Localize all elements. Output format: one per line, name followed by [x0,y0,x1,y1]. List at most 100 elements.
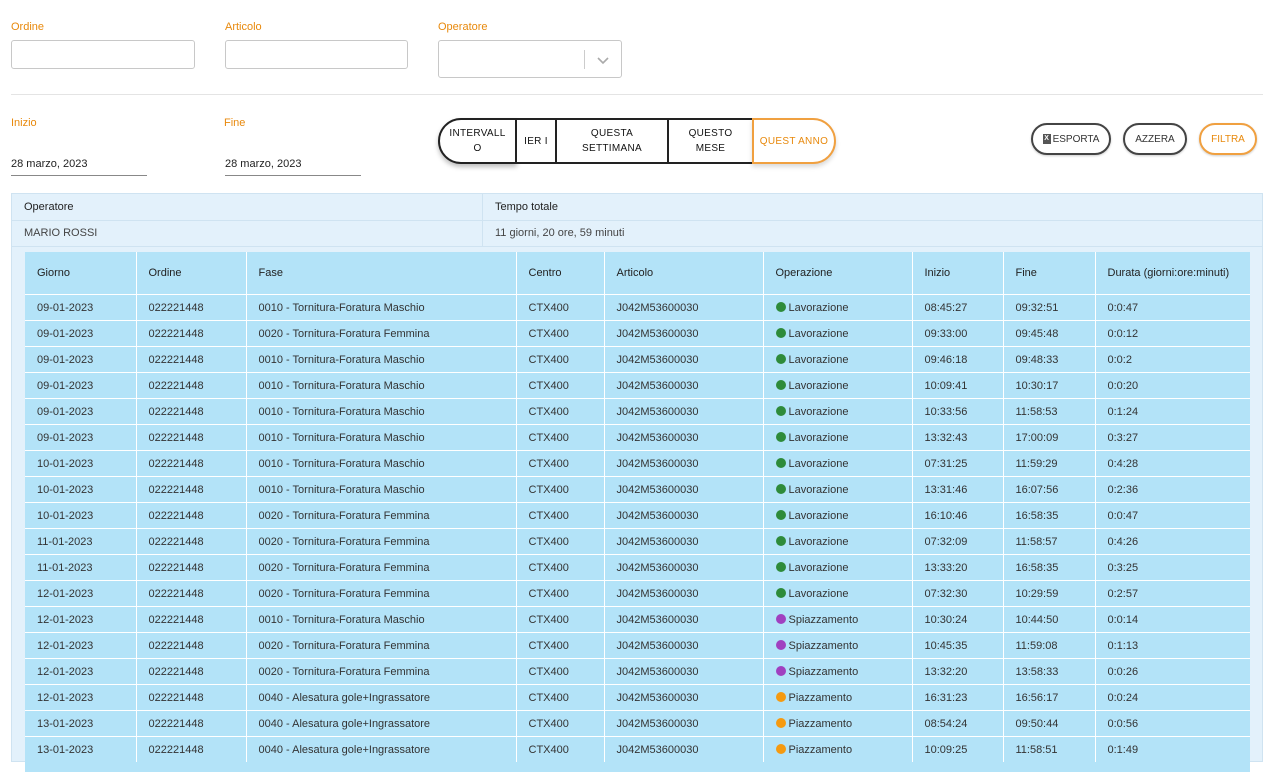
table-row[interactable]: 10-01-2023 022221448 0010 - Tornitura-Fora… [25,476,1250,503]
col-durata-cell: 0:3:27 [1095,424,1250,451]
table-row[interactable]: 12-01-2023 022221448 0020 - Tornitura-Fora… [25,632,1250,659]
articolo-input[interactable] [225,40,408,69]
col-centro-cell: CTX400 [516,710,605,737]
col-ordine-cell: 022221448 [136,398,247,425]
col-ordine-cell: 022221448 [136,658,247,685]
col-centro-cell: CTX400 [516,658,605,685]
operazione-label: Lavorazione [788,587,849,600]
table-row[interactable]: 09-01-2023 022221448 0010 - Tornitura-Fora… [25,372,1250,399]
col-durata-cell: 0:0:2 [1095,346,1250,373]
range-questa-settimana-button[interactable]: QUESTA SETTIMANA [555,118,669,164]
col-durata-cell: 0:0:14 [1095,606,1250,633]
col-ordine-cell: 022221448 [136,424,247,451]
chevron-down-icon[interactable] [595,52,611,68]
operazione-label: Lavorazione [788,379,849,392]
col-articolo-cell: J042M53600030 [604,632,764,659]
col-inizio-header[interactable]: Inizio [912,252,1004,295]
col-centro-cell: CTX400 [516,736,605,762]
col-inizio-cell: 10:30:24 [912,606,1004,633]
col-fine-cell: 11:59:29 [1003,450,1096,477]
azzera-button[interactable]: AZZERA [1123,123,1187,155]
col-centro-header[interactable]: Centro [516,252,605,295]
col-operazione-cell: Spiazzamento [763,606,913,633]
table-row[interactable]: 09-01-2023 022221448 0010 - Tornitura-Fora… [25,424,1250,451]
ordine-label: Ordine [11,21,45,33]
col-durata-cell: 0:0:20 [1095,372,1250,399]
col-inizio-cell: 10:09:41 [912,372,1004,399]
operazione-label: Spiazzamento [788,639,859,652]
col-operazione-header[interactable]: Operazione [763,252,913,295]
col-fine-header[interactable]: Fine [1003,252,1096,295]
status-dot-icon [775,379,786,390]
operatore-select[interactable] [438,40,622,78]
col-fine-cell: 11:58:51 [1003,736,1096,762]
excel-icon: X [1042,134,1051,144]
col-durata-header[interactable]: Durata (giorni:ore:minuti) [1095,252,1250,295]
table-row[interactable]: 12-01-2023 022221448 0010 - Tornitura-Fora… [25,606,1250,633]
table-row[interactable]: 10-01-2023 022221448 0010 - Tornitura-Fora… [25,450,1250,477]
col-giorno-header[interactable]: Giorno [25,252,137,295]
ordine-input[interactable] [11,40,195,69]
col-centro-cell: CTX400 [516,372,605,399]
summary-data-row[interactable]: MARIO ROSSI 11 giorni, 20 ore, 59 minuti [12,220,1262,247]
col-ordine-cell: 022221448 [136,554,247,581]
col-fine-cell: 09:45:48 [1003,320,1096,347]
col-ordine-cell: 022221448 [136,528,247,555]
col-articolo-header[interactable]: Articolo [604,252,764,295]
azzera-label: AZZERA [1135,133,1175,145]
table-row[interactable]: 11-01-2023 022221448 0020 - Tornitura-Fora… [25,528,1250,555]
filtra-button[interactable]: FILTRA [1199,123,1257,155]
table-row[interactable]: 13-01-2023 022221448 0040 - Alesatura gole… [25,710,1250,737]
esporta-button[interactable]: X ESPORTA [1031,123,1111,155]
col-inizio-cell: 13:32:20 [912,658,1004,685]
col-inizio-cell: 07:32:30 [912,580,1004,607]
range-intervallo-button[interactable]: INTERVALL O [438,118,517,164]
col-fase-header[interactable]: Fase [246,252,517,295]
col-articolo-cell: J042M53600030 [604,424,764,451]
table-row[interactable]: 13-01-2023 022221448 0040 - Alesatura gole… [25,736,1250,762]
col-giorno-cell: 12-01-2023 [25,658,137,685]
table-row[interactable]: 12-01-2023 022221448 0020 - Tornitura-Fora… [25,580,1250,607]
col-articolo-cell: J042M53600030 [604,580,764,607]
table-row[interactable]: 12-01-2023 022221448 0040 - Alesatura gole… [25,684,1250,711]
col-inizio-cell: 07:31:25 [912,450,1004,477]
operazione-label: Lavorazione [788,431,849,444]
col-operazione-cell: Piazzamento [763,736,913,762]
operazione-label: Lavorazione [788,301,849,314]
inizio-date-field[interactable]: 28 marzo, 2023 [11,153,147,176]
status-dot-icon [775,327,786,338]
col-giorno-cell: 10-01-2023 [25,502,137,529]
col-giorno-cell: 09-01-2023 [25,398,137,425]
detail-table: Giorno Ordine Fase Centro Articolo Operazione… [25,252,1250,762]
col-giorno-cell: 09-01-2023 [25,424,137,451]
status-dot-icon [775,639,786,650]
summary-col-tempo: Tempo totale [495,201,558,213]
range-ieri-button[interactable]: IER I [515,118,557,164]
range-questo-anno-button[interactable]: QUEST ANNO [752,118,836,164]
table-row[interactable]: 11-01-2023 022221448 0020 - Tornitura-Fora… [25,554,1250,581]
col-ordine-cell: 022221448 [136,736,247,762]
col-centro-cell: CTX400 [516,606,605,633]
col-ordine-cell: 022221448 [136,502,247,529]
table-row[interactable]: 09-01-2023 022221448 0010 - Tornitura-Fora… [25,346,1250,373]
table-row[interactable]: 09-01-2023 022221448 0020 - Tornitura-Fora… [25,320,1250,347]
table-row[interactable]: 09-01-2023 022221448 0010 - Tornitura-Fora… [25,398,1250,425]
col-inizio-cell: 08:45:27 [912,294,1004,321]
col-ordine-cell: 022221448 [136,710,247,737]
col-fine-cell: 16:07:56 [1003,476,1096,503]
col-articolo-cell: J042M53600030 [604,502,764,529]
col-fase-cell: 0010 - Tornitura-Foratura Maschio [246,398,517,425]
col-operazione-cell: Lavorazione [763,398,913,425]
col-fase-cell: 0040 - Alesatura gole+Ingrassatore [246,710,517,737]
table-row[interactable]: 10-01-2023 022221448 0020 - Tornitura-Fora… [25,502,1250,529]
col-fine-cell: 17:00:09 [1003,424,1096,451]
summary-col-operatore: Operatore [24,201,74,213]
col-centro-cell: CTX400 [516,450,605,477]
col-inizio-cell: 16:31:23 [912,684,1004,711]
table-row[interactable]: 12-01-2023 022221448 0020 - Tornitura-Fora… [25,658,1250,685]
status-dot-icon [775,405,786,416]
col-ordine-header[interactable]: Ordine [136,252,247,295]
range-questo-mese-button[interactable]: QUESTO MESE [667,118,754,164]
table-row[interactable]: 09-01-2023 022221448 0010 - Tornitura-Fora… [25,294,1250,321]
fine-date-field[interactable]: 28 marzo, 2023 [225,153,361,176]
